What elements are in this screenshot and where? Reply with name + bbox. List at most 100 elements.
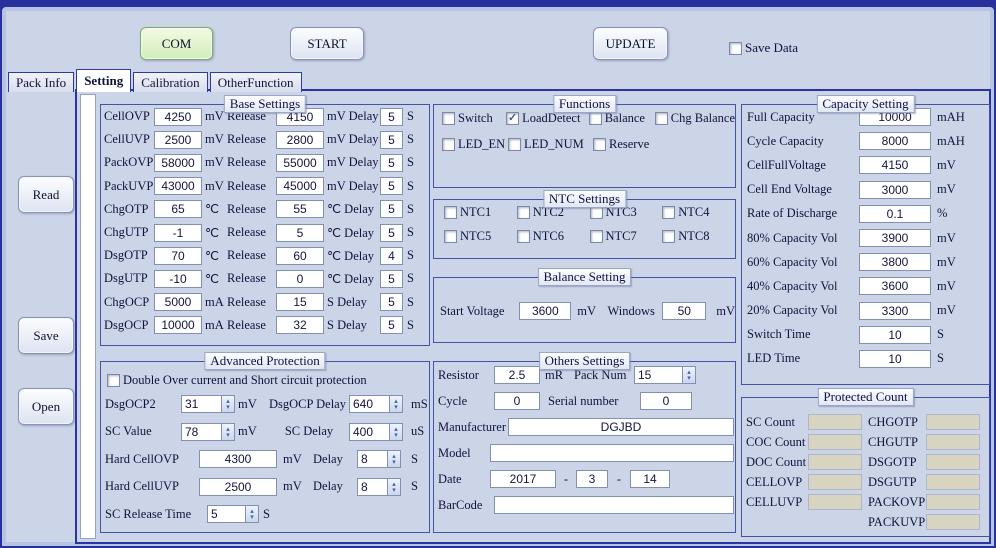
start-voltage-input[interactable] [519,302,571,320]
spinner-arrows-icon[interactable] [389,423,403,441]
serial-number-input[interactable] [640,392,692,410]
capacity-value-input[interactable] [859,229,931,247]
checkbox-ntc8[interactable]: NTC8 [662,229,735,244]
param-value-input[interactable] [154,224,202,242]
param-value-input[interactable] [154,154,202,172]
capacity-value-input[interactable] [859,302,931,320]
date-month-input[interactable] [576,470,608,488]
tab-pack-info[interactable]: Pack Info [8,72,74,92]
sc-value-input[interactable] [181,423,221,441]
checkbox-ntc4[interactable]: NTC4 [662,205,735,220]
capacity-value-input[interactable] [859,205,931,223]
param-value-input[interactable] [154,200,202,218]
param-value-input[interactable] [154,316,202,334]
dsgocp2-stepper[interactable] [181,395,235,413]
param-value-input[interactable] [154,108,202,126]
barcode-input[interactable] [494,496,734,514]
com-button[interactable]: COM [140,27,213,60]
delay-value-input[interactable] [380,293,403,311]
spinner-arrows-icon[interactable] [221,423,235,441]
release-value-input[interactable] [276,270,324,288]
delay-value-input[interactable] [380,131,403,149]
release-value-input[interactable] [276,316,324,334]
checkbox-led-en[interactable]: LED_EN [442,137,508,152]
date-year-input[interactable] [490,470,556,488]
sc-release-stepper[interactable] [207,505,259,523]
dsgocp-delay-stepper[interactable] [349,395,403,413]
checkbox-reserve[interactable]: Reserve [593,137,661,152]
open-button[interactable]: Open [18,388,74,425]
spinner-arrows-icon[interactable] [387,478,401,496]
capacity-value-input[interactable] [859,253,931,271]
sc-delay-stepper[interactable] [349,423,403,441]
dsgocp2-input[interactable] [181,395,221,413]
delay-value-input[interactable] [380,247,403,265]
spinner-arrows-icon[interactable] [387,450,401,468]
release-value-input[interactable] [276,200,324,218]
resistor-input[interactable] [494,366,540,384]
delay-value-input[interactable] [380,108,403,126]
param-value-input[interactable] [154,293,202,311]
checkbox-ntc5[interactable]: NTC5 [444,229,517,244]
delay-value-input[interactable] [380,270,403,288]
release-value-input[interactable] [276,224,324,242]
tab-calibration[interactable]: Calibration [133,72,208,92]
pack-num-input[interactable] [634,366,682,384]
delay-value-input[interactable] [380,224,403,242]
hard-celluvp-delay-stepper[interactable] [357,478,401,496]
release-value-input[interactable] [276,247,324,265]
tab-setting[interactable]: Setting [76,69,131,92]
double-protection-checkbox[interactable]: Double Over current and Short circuit pr… [107,370,367,390]
checkbox-led-num[interactable]: LED_NUM [508,137,593,152]
vertical-scrollbar[interactable] [80,94,96,539]
delay-value-input[interactable] [380,200,403,218]
delay-value-input[interactable] [380,316,403,334]
capacity-value-input[interactable] [859,132,931,150]
checkbox-switch[interactable]: Switch [442,111,506,126]
pack-num-stepper[interactable] [634,366,696,384]
hard-cellovp-delay-input[interactable] [357,450,387,468]
dsgocp-delay-input[interactable] [349,395,389,413]
spinner-arrows-icon[interactable] [389,395,403,413]
sc-delay-input[interactable] [349,423,389,441]
cycle-input[interactable] [494,392,540,410]
capacity-value-input[interactable] [859,326,931,344]
release-value-input[interactable] [276,293,324,311]
param-value-input[interactable] [154,131,202,149]
release-value-input[interactable] [276,154,324,172]
sc-release-input[interactable] [207,505,245,523]
capacity-value-input[interactable] [859,181,931,199]
sc-value-stepper[interactable] [181,423,235,441]
manufacturer-input[interactable] [508,418,734,436]
checkbox-ntc6[interactable]: NTC6 [517,229,590,244]
spinner-arrows-icon[interactable] [245,505,259,523]
start-button[interactable]: START [290,27,364,60]
spinner-arrows-icon[interactable] [682,366,696,384]
release-value-input[interactable] [276,177,324,195]
param-value-input[interactable] [154,247,202,265]
delay-value-input[interactable] [380,154,403,172]
hard-celluvp-input[interactable] [199,478,277,496]
spinner-arrows-icon[interactable] [221,395,235,413]
checkbox-ntc7[interactable]: NTC7 [590,229,663,244]
hard-cellovp-input[interactable] [199,450,277,468]
tab-otherfunction[interactable]: OtherFunction [210,72,302,92]
checkbox-chg-balance[interactable]: Chg Balance [655,111,735,126]
param-value-input[interactable] [154,177,202,195]
capacity-value-input[interactable] [859,350,931,368]
windows-input[interactable] [662,302,706,320]
capacity-value-input[interactable] [859,156,931,174]
update-button[interactable]: UPDATE [593,27,668,60]
delay-value-input[interactable] [380,177,403,195]
read-button[interactable]: Read [18,176,74,213]
param-value-input[interactable] [154,270,202,288]
save-button[interactable]: Save [18,317,74,354]
capacity-value-input[interactable] [859,277,931,295]
checkbox-ntc1[interactable]: NTC1 [444,205,517,220]
hard-cellovp-delay-stepper[interactable] [357,450,401,468]
date-day-input[interactable] [630,470,670,488]
model-input[interactable] [490,444,734,462]
release-value-input[interactable] [276,131,324,149]
save-data-checkbox[interactable]: Save Data [729,40,798,56]
hard-celluvp-delay-input[interactable] [357,478,387,496]
